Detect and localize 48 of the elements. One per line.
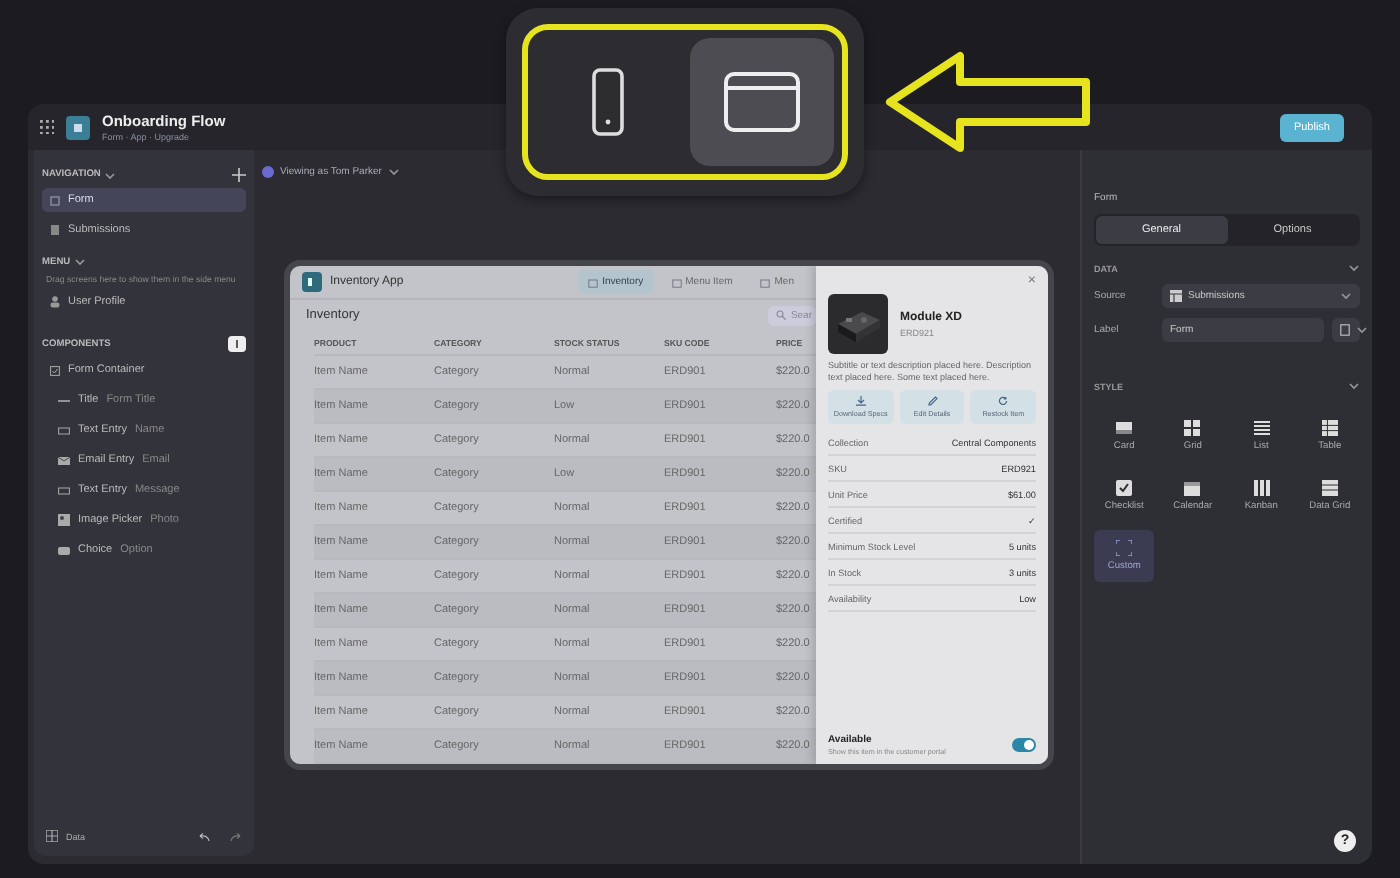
text-field-icon bbox=[58, 485, 70, 495]
redo-icon bbox=[230, 831, 242, 841]
document-icon bbox=[1340, 324, 1350, 336]
chevron-icon bbox=[1340, 290, 1352, 302]
user-icon bbox=[50, 296, 60, 308]
list-layout-icon bbox=[1253, 420, 1270, 436]
document-icon bbox=[50, 224, 60, 236]
box-icon bbox=[760, 277, 771, 288]
custom-layout-icon bbox=[1116, 540, 1133, 556]
calendar-layout-icon bbox=[1184, 480, 1201, 496]
card-layout-icon bbox=[1116, 420, 1133, 436]
plus-icon bbox=[232, 168, 246, 182]
chevron-icon bbox=[104, 169, 117, 181]
chevron-icon bbox=[1356, 324, 1368, 336]
toggle-switch[interactable] bbox=[1012, 738, 1036, 752]
table-icon bbox=[46, 830, 58, 842]
mail-icon bbox=[58, 455, 70, 465]
app-logo-icon bbox=[302, 272, 322, 293]
undo-icon bbox=[198, 831, 210, 841]
box-icon bbox=[671, 277, 682, 288]
chevron-icon bbox=[1348, 262, 1360, 274]
checkbox-icon bbox=[50, 365, 60, 375]
app-logo-icon bbox=[66, 115, 90, 139]
panel-toggle-icon bbox=[228, 336, 246, 352]
table-icon bbox=[1170, 290, 1182, 302]
chevron-icon bbox=[387, 166, 400, 178]
search-icon bbox=[776, 310, 787, 321]
refresh-icon bbox=[998, 396, 1009, 407]
chevron-icon bbox=[1348, 380, 1360, 392]
box-icon bbox=[588, 277, 599, 288]
image-icon bbox=[58, 514, 70, 526]
kanban-layout-icon bbox=[1253, 480, 1270, 496]
checklist-layout-icon bbox=[1116, 480, 1133, 496]
text-field-icon bbox=[58, 425, 70, 435]
choice-icon bbox=[58, 545, 70, 555]
title-icon bbox=[58, 395, 70, 405]
table-layout-icon bbox=[1321, 420, 1338, 436]
download-icon bbox=[855, 396, 866, 407]
window-icon bbox=[724, 72, 800, 132]
phone-icon bbox=[592, 68, 624, 136]
device-toggle[interactable] bbox=[690, 38, 834, 166]
grid-icon bbox=[40, 120, 54, 134]
datagrid-layout-icon bbox=[1321, 480, 1338, 496]
avatar-icon bbox=[262, 166, 274, 178]
grid-layout-icon bbox=[1184, 420, 1201, 436]
form-icon bbox=[50, 195, 60, 205]
chevron-icon bbox=[74, 256, 87, 268]
pencil-icon bbox=[927, 396, 937, 407]
